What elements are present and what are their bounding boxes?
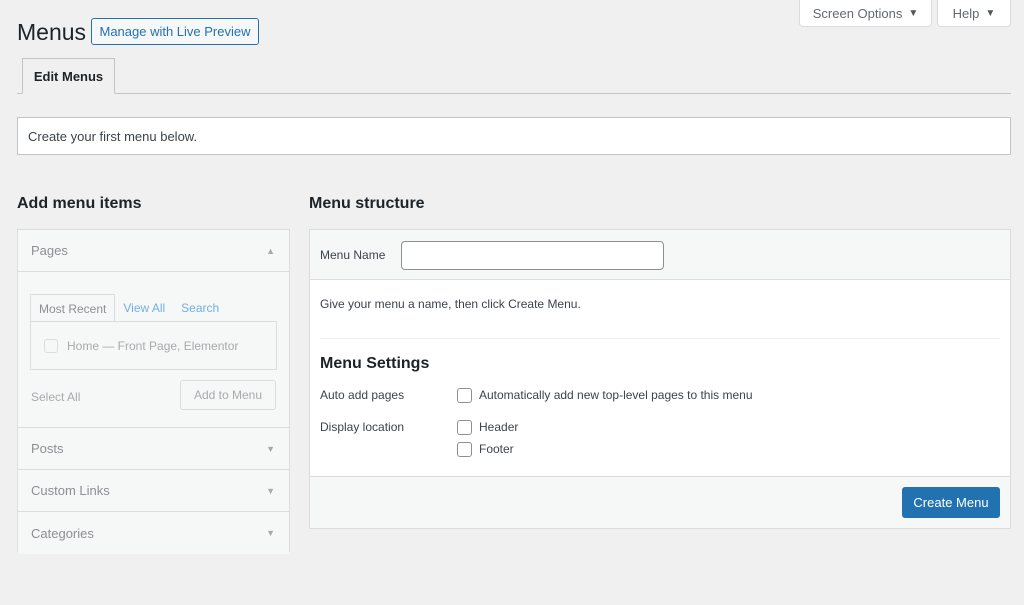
- triangle-up-icon: ▲: [266, 245, 275, 256]
- tab-edit-menus[interactable]: Edit Menus: [22, 58, 115, 94]
- menu-name-input[interactable]: [401, 241, 664, 270]
- accordion-label: Categories: [31, 525, 94, 541]
- help-button[interactable]: Help ▼: [937, 0, 1011, 27]
- pages-panel: Most Recent View All Search Home — Front…: [18, 272, 289, 428]
- triangle-down-icon: ▼: [266, 443, 275, 454]
- accordion-label: Posts: [31, 441, 64, 456]
- accordion-categories[interactable]: Categories ▼: [18, 512, 289, 554]
- tab-divider: [17, 93, 1011, 94]
- accordion-pages[interactable]: Pages ▲: [18, 230, 289, 272]
- footer-location-label: Footer: [479, 442, 514, 456]
- most-recent-list: Home — Front Page, Elementor: [30, 321, 277, 370]
- tab-view-all[interactable]: View All: [115, 294, 173, 322]
- manage-live-preview-button[interactable]: Manage with Live Preview: [91, 18, 259, 45]
- add-to-menu-button[interactable]: Add to Menu: [180, 380, 276, 410]
- triangle-down-icon: ▼: [266, 485, 275, 496]
- select-all-link[interactable]: Select All: [31, 390, 80, 404]
- pages-tabs: Most Recent View All Search: [30, 294, 227, 322]
- auto-add-pages-option: Automatically add new top-level pages to…: [479, 388, 753, 402]
- page-item-checkbox[interactable]: [44, 338, 58, 353]
- header-location-checkbox[interactable]: [457, 420, 472, 435]
- header-location-label: Header: [479, 420, 519, 434]
- accordion-label: Pages: [31, 243, 68, 258]
- help-label: Help: [952, 5, 980, 21]
- auto-add-pages-label: Auto add pages: [320, 388, 405, 402]
- display-location-label: Display location: [320, 420, 405, 434]
- accordion-posts[interactable]: Posts ▼: [18, 428, 289, 470]
- accordion-custom-links[interactable]: Custom Links ▼: [18, 470, 289, 512]
- divider: [320, 338, 1000, 339]
- menu-structure-heading: Menu structure: [309, 195, 425, 212]
- menu-structure-panel: Menu Name Give your menu a name, then cl…: [309, 229, 1011, 529]
- chevron-down-icon: ▼: [985, 7, 996, 19]
- notice-box: Create your first menu below.: [17, 117, 1011, 155]
- chevron-down-icon: ▼: [908, 7, 919, 19]
- tab-search[interactable]: Search: [173, 294, 227, 322]
- menu-name-bar: Menu Name: [310, 230, 1010, 280]
- accordion-label: Custom Links: [31, 483, 110, 498]
- add-menu-items-heading: Add menu items: [17, 195, 142, 212]
- menu-panel-footer: Create Menu: [310, 476, 1010, 528]
- screen-options-label: Screen Options: [812, 5, 903, 21]
- menu-hint-text: Give your menu a name, then click Create…: [320, 297, 581, 311]
- footer-location-checkbox[interactable]: [457, 442, 472, 457]
- page-title: Menus: [17, 19, 87, 45]
- triangle-down-icon: ▼: [266, 528, 275, 538]
- menu-settings-heading: Menu Settings: [320, 355, 430, 372]
- auto-add-pages-checkbox[interactable]: [457, 388, 472, 403]
- screen-options-button[interactable]: Screen Options ▼: [799, 0, 932, 27]
- create-menu-button[interactable]: Create Menu: [902, 487, 1000, 518]
- add-menu-items-accordion: Pages ▲ Most Recent View All Search Home…: [17, 229, 290, 554]
- tab-most-recent[interactable]: Most Recent: [30, 294, 116, 322]
- page-item-label: Home — Front Page, Elementor: [67, 338, 239, 353]
- menu-name-label: Menu Name: [320, 248, 386, 262]
- notice-text: Create your first menu below.: [28, 128, 198, 144]
